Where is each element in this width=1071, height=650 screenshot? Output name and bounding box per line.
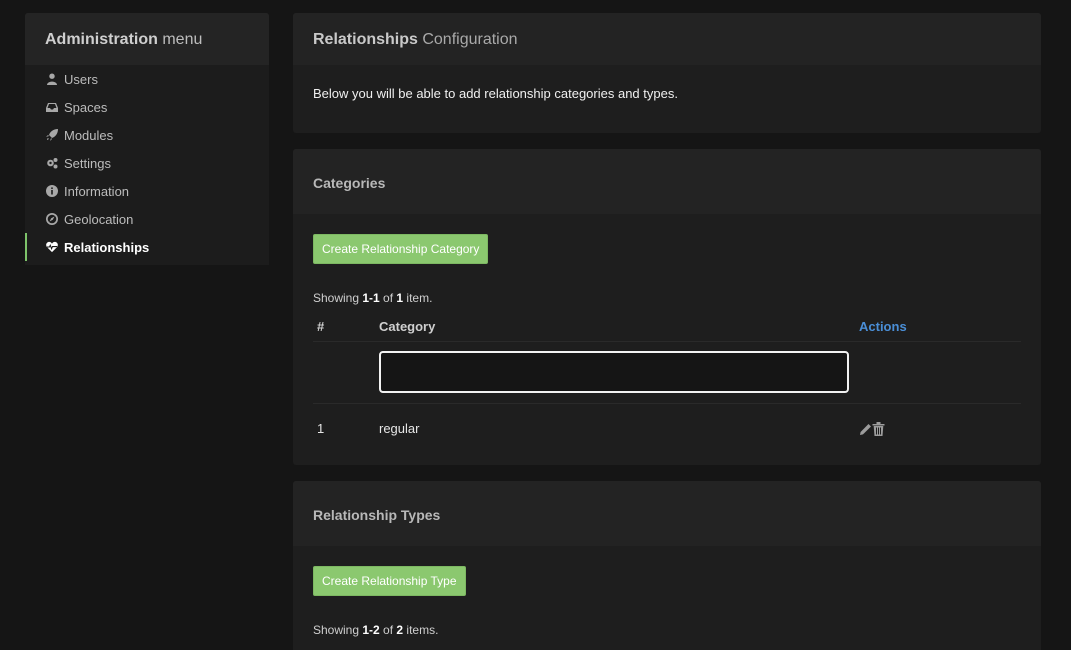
column-header-actions: Actions xyxy=(859,313,1021,342)
sidebar-title-bold: Administration xyxy=(45,31,158,48)
config-panel: Relationships Configuration Below you wi… xyxy=(293,13,1041,133)
summary-suffix: items. xyxy=(403,623,439,637)
trash-icon[interactable] xyxy=(872,420,885,437)
inbox-icon xyxy=(44,100,60,114)
row-actions xyxy=(859,403,1021,453)
page-title: Relationships Configuration xyxy=(293,13,1041,65)
types-summary: Showing 1-2 of 2 items. xyxy=(313,623,1021,637)
sidebar-item-settings[interactable]: Settings xyxy=(25,149,269,177)
summary-suffix: item. xyxy=(403,291,433,305)
heartbeat-icon xyxy=(44,240,60,254)
summary-prefix: Showing xyxy=(313,623,363,637)
sidebar-title: Administration menu xyxy=(25,13,269,65)
category-filter-input[interactable] xyxy=(379,351,849,393)
filter-row xyxy=(313,341,1021,404)
types-title: Relationship Types xyxy=(293,481,1041,546)
sidebar-title-rest: menu xyxy=(157,31,203,48)
compass-icon xyxy=(44,212,60,226)
categories-table: # Category Actions 1 regular xyxy=(313,313,1021,453)
categories-summary: Showing 1-1 of 1 item. xyxy=(313,291,1021,305)
sidebar-item-label: Settings xyxy=(64,155,111,171)
create-category-button[interactable]: Create Relationship Category xyxy=(313,234,489,264)
page-title-rest: Configuration xyxy=(417,31,518,48)
sidebar-item-spaces[interactable]: Spaces xyxy=(25,93,269,121)
rocket-icon xyxy=(44,128,60,142)
config-description: Below you will be able to add relationsh… xyxy=(313,86,678,101)
summary-prefix: Showing xyxy=(313,291,363,305)
user-icon xyxy=(44,72,60,86)
filter-cell-empty xyxy=(859,341,1021,404)
sidebar-item-geolocation[interactable]: Geolocation xyxy=(25,205,269,233)
sidebar-item-label: Modules xyxy=(64,127,114,143)
summary-of: of xyxy=(379,291,397,305)
types-panel: Relationship Types Create Relationship T… xyxy=(293,481,1041,650)
pencil-icon[interactable] xyxy=(859,420,872,436)
column-header-num[interactable]: # xyxy=(313,313,379,342)
info-icon xyxy=(44,184,60,198)
row-num: 1 xyxy=(317,420,325,436)
create-type-button[interactable]: Create Relationship Type xyxy=(313,566,466,596)
sidebar-item-label: Relationships xyxy=(64,239,150,255)
main-content: Relationships Configuration Below you wi… xyxy=(293,13,1041,650)
sidebar-item-label: Information xyxy=(64,183,130,199)
admin-sidebar: Administration menu Users Spaces Modules… xyxy=(25,13,269,265)
column-header-category[interactable]: Category xyxy=(379,313,859,342)
filter-cell xyxy=(379,341,859,404)
sidebar-item-relationships[interactable]: Relationships xyxy=(25,233,269,261)
categories-panel: Categories Create Relationship Category … xyxy=(293,149,1041,465)
categories-title: Categories xyxy=(293,149,1041,214)
filter-cell-empty xyxy=(313,341,379,404)
page-title-bold: Relationships xyxy=(313,31,418,48)
sidebar-item-information[interactable]: Information xyxy=(25,177,269,205)
row-category: regular xyxy=(379,420,420,436)
sidebar-item-users[interactable]: Users xyxy=(25,65,269,93)
sidebar-item-label: Users xyxy=(64,71,98,87)
gears-icon xyxy=(44,156,60,170)
table-row: 1 regular xyxy=(313,403,1021,453)
summary-range: 1-1 xyxy=(362,291,380,305)
summary-range: 1-2 xyxy=(362,623,380,637)
summary-of: of xyxy=(379,623,397,637)
sidebar-item-label: Geolocation xyxy=(64,211,134,227)
sidebar-item-modules[interactable]: Modules xyxy=(25,121,269,149)
sidebar-item-label: Spaces xyxy=(64,99,108,115)
admin-menu: Users Spaces Modules Settings Informatio… xyxy=(25,65,269,265)
